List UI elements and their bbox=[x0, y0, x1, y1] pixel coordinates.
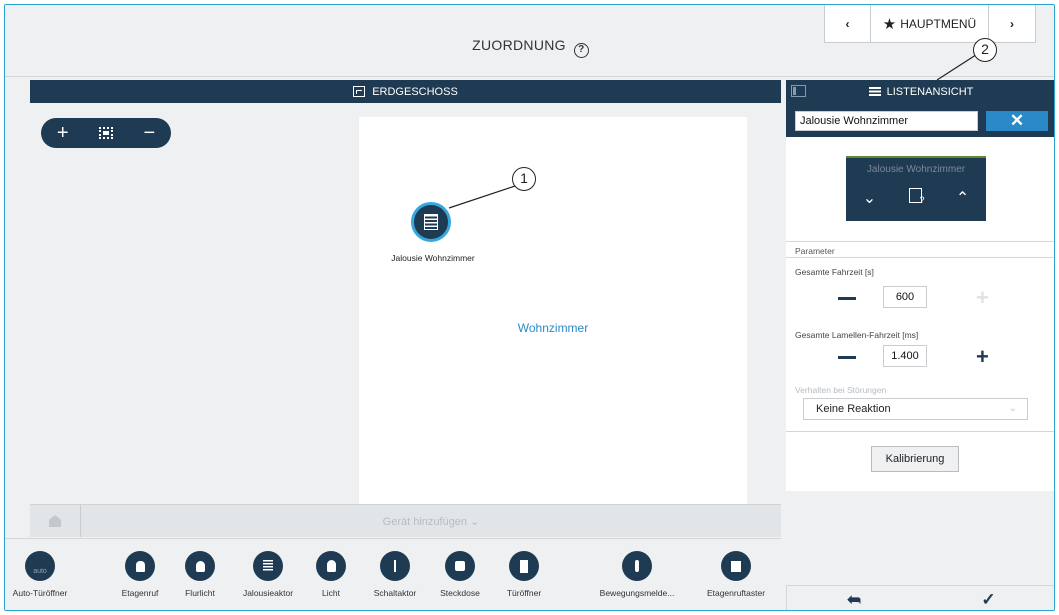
palette-item-auto-tueroeffner[interactable]: auto Auto-Türöffner bbox=[7, 539, 73, 598]
bell-icon bbox=[125, 551, 155, 581]
back-button[interactable]: ➦ bbox=[786, 586, 921, 610]
palette-item-label: Licht bbox=[322, 588, 340, 598]
page-title-text: ZUORDNUNG bbox=[472, 37, 566, 53]
palette-item-etagenruf[interactable]: Etagenruf bbox=[115, 539, 165, 598]
close-button[interactable]: ✕ bbox=[986, 111, 1048, 131]
param-fahrzeit-decrease[interactable] bbox=[838, 297, 856, 300]
param-lamellen-label: Gesamte Lamellen-Fahrzeit [ms] bbox=[795, 330, 919, 340]
callout-2: 2 bbox=[973, 38, 997, 62]
palette-item-label: Schaltaktor bbox=[373, 588, 417, 598]
fault-behavior-value: Keine Reaktion bbox=[816, 403, 891, 415]
blind-down-icon: ⌄ bbox=[862, 190, 877, 207]
star-icon: ★ bbox=[882, 15, 897, 33]
zoom-in-button[interactable]: + bbox=[48, 122, 78, 145]
palette-item-tueroeffner[interactable]: Türöffner bbox=[496, 539, 552, 598]
zoom-controls: + − bbox=[41, 118, 171, 148]
palette-item-flurlicht[interactable]: Flurlicht bbox=[175, 539, 225, 598]
palette-item-label: Flurlicht bbox=[185, 588, 215, 598]
param-lamellen-decrease[interactable] bbox=[838, 356, 856, 359]
home-button[interactable] bbox=[30, 505, 81, 537]
tile-controls: ⌄ ⌃ bbox=[846, 188, 986, 208]
nav-prev-button[interactable]: ‹ bbox=[825, 5, 871, 42]
door-icon bbox=[509, 551, 539, 581]
parameter-header: Parameter bbox=[786, 242, 1054, 258]
tile-name: Jalousie Wohnzimmer bbox=[866, 164, 966, 175]
nav-next-button[interactable]: › bbox=[989, 5, 1035, 42]
room-name: Wohnzimmer bbox=[517, 321, 589, 335]
motion-icon bbox=[622, 551, 652, 581]
palette-item-jalousieaktor[interactable]: Jalousieaktor bbox=[233, 539, 303, 598]
app-window: ZUORDNUNG? ‹ ★ HAUPTMENÜ › ERDGESCHOSS + … bbox=[4, 4, 1055, 611]
main-menu-button[interactable]: ★ HAUPTMENÜ bbox=[871, 5, 989, 42]
palette-item-label: Bewegungsmelde... bbox=[599, 588, 675, 598]
confirm-button[interactable]: ✓ bbox=[921, 586, 1054, 610]
callout-1: 1 bbox=[512, 167, 536, 191]
device-palette: auto Auto-Türöffner Etagenruf Flurlicht … bbox=[5, 538, 781, 610]
param-lamellen-value[interactable]: 1.400 bbox=[883, 345, 927, 367]
param-fahrzeit-increase: + bbox=[976, 285, 989, 310]
palette-item-schaltaktor[interactable]: Schaltaktor bbox=[365, 539, 425, 598]
blind-icon bbox=[424, 214, 438, 230]
floor-plan-icon bbox=[353, 86, 366, 97]
param-fahrzeit-label: Gesamte Fahrzeit [s] bbox=[795, 267, 874, 277]
top-navigation: ‹ ★ HAUPTMENÜ › bbox=[824, 5, 1036, 43]
palette-item-label: Etagenruftaster bbox=[706, 588, 766, 598]
palette-item-etagenruftaster[interactable]: Etagenruftaster bbox=[697, 539, 775, 598]
device-tile: Jalousie Wohnzimmer ⌄ ⌃ bbox=[846, 156, 986, 221]
list-icon bbox=[868, 87, 881, 96]
blind-up-icon: ⌃ bbox=[955, 190, 970, 207]
palette-item-label: Jalousieaktor bbox=[242, 588, 294, 598]
parameter-section: Parameter Gesamte Fahrzeit [s] 600 + Ges… bbox=[786, 241, 1054, 431]
top-bar: ZUORDNUNG? ‹ ★ HAUPTMENÜ › bbox=[5, 5, 1054, 77]
call-button-icon bbox=[721, 551, 751, 581]
main-menu-label: HAUPTMENÜ bbox=[900, 16, 977, 31]
fault-behavior-select[interactable]: Keine Reaktion ⌄ bbox=[803, 398, 1028, 420]
chevron-down-icon: ⌄ bbox=[1008, 403, 1017, 414]
param-fahrzeit-value[interactable]: 600 bbox=[883, 286, 927, 308]
switch-icon bbox=[380, 551, 410, 581]
socket-icon bbox=[445, 551, 475, 581]
blind-icon bbox=[253, 551, 283, 581]
palette-item-steckdose[interactable]: Steckdose bbox=[432, 539, 488, 598]
palette-item-label: Steckdose bbox=[440, 588, 480, 598]
blind-device-button[interactable] bbox=[411, 202, 451, 242]
room-canvas[interactable]: Wohnzimmer bbox=[359, 117, 747, 504]
hall-light-icon bbox=[185, 551, 215, 581]
param-lamellen-increase[interactable]: + bbox=[976, 346, 989, 368]
floor-title: ERDGESCHOSS bbox=[372, 85, 458, 98]
add-device-bar: Gerät hinzufügen ⌄ bbox=[30, 504, 781, 537]
fit-view-button[interactable] bbox=[91, 122, 121, 145]
bulb-icon bbox=[316, 551, 346, 581]
device-name-row: ✕ bbox=[786, 103, 1054, 137]
palette-item-label: Auto-Türöffner bbox=[12, 588, 68, 598]
calibration-section: Kalibrierung bbox=[786, 431, 1054, 491]
zoom-out-button[interactable]: − bbox=[134, 122, 164, 145]
right-panel: LISTENANSICHT ✕ Jalousie Wohnzimmer ⌄ ⌃ … bbox=[786, 80, 1054, 610]
device-preview: Jalousie Wohnzimmer ⌄ ⌃ bbox=[786, 137, 1054, 241]
list-view-title[interactable]: LISTENANSICHT bbox=[786, 86, 1054, 98]
fit-view-icon bbox=[98, 126, 113, 139]
device-label: Jalousie Wohnzimmer bbox=[391, 253, 475, 263]
auto-badge: auto bbox=[33, 567, 47, 575]
floor-header: ERDGESCHOSS bbox=[30, 80, 781, 103]
floor-plan-area: + − Wohnzimmer bbox=[30, 103, 781, 504]
key-auto-icon: auto bbox=[25, 551, 55, 581]
device-name-input[interactable] bbox=[795, 111, 978, 131]
list-view-header: LISTENANSICHT bbox=[786, 80, 1054, 103]
list-view-label: LISTENANSICHT bbox=[886, 86, 974, 98]
home-icon bbox=[49, 515, 61, 527]
calibrate-button[interactable]: Kalibrierung bbox=[871, 446, 959, 472]
panel-footer: ➦ ✓ bbox=[786, 585, 1054, 610]
palette-item-bewegungsmelder[interactable]: Bewegungsmelde... bbox=[589, 539, 685, 598]
palette-item-label: Etagenruf bbox=[121, 588, 159, 598]
help-icon[interactable]: ? bbox=[573, 43, 589, 58]
fault-behavior-label: Verhalten bei Störungen bbox=[795, 385, 887, 395]
palette-item-label: Türöffner bbox=[506, 588, 542, 598]
palette-item-licht[interactable]: Licht bbox=[306, 539, 356, 598]
blind-help-icon bbox=[909, 188, 924, 205]
add-device-dropdown[interactable]: Gerät hinzufügen ⌄ bbox=[81, 515, 781, 528]
